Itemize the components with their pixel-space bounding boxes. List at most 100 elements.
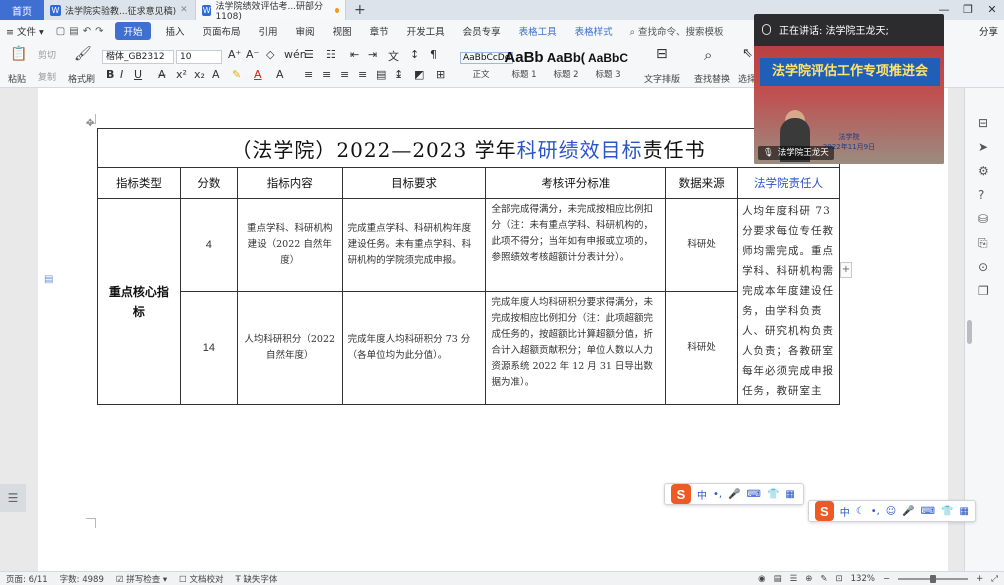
proofread[interactable]: ☐ 文档校对	[179, 573, 223, 585]
justify-icon[interactable]: ≡	[358, 68, 367, 81]
style-normal[interactable]: AaBbCcDd 正文	[460, 48, 514, 82]
superscript-icon[interactable]: x²	[176, 68, 187, 81]
book-icon[interactable]: ❐	[978, 284, 989, 298]
ime-skin-icon[interactable]: 👕	[767, 489, 779, 500]
tab-insert[interactable]: 插入	[157, 24, 194, 38]
text-layout-button[interactable]: 文字排版	[644, 72, 680, 85]
font-size-select[interactable]: 10	[176, 50, 222, 64]
redo-icon[interactable]: ↷	[95, 26, 103, 37]
zoom-level[interactable]: 132%	[851, 574, 875, 584]
line-spacing-icon[interactable]: ↨	[394, 68, 403, 81]
ime-grid-icon[interactable]: ▦	[960, 506, 969, 517]
ime-punctuation[interactable]: •,	[713, 489, 722, 500]
help-icon[interactable]: ?	[978, 188, 984, 202]
backup-icon[interactable]: ⛁	[978, 212, 988, 226]
zoom-slider[interactable]	[898, 575, 969, 583]
ime-keyboard-icon[interactable]: ⌨	[747, 489, 761, 500]
shrink-font-icon[interactable]: A⁻	[246, 48, 259, 61]
tab-start[interactable]: 开始	[115, 22, 151, 40]
chinese-layout-icon[interactable]: 文	[388, 48, 399, 64]
subscript-icon[interactable]: x₂	[194, 68, 205, 81]
document-tab-2[interactable]: W 法学院绩效评估考...研部分1108)	[196, 0, 346, 22]
new-tab-plus-icon[interactable]: +	[346, 2, 374, 18]
tab-developer[interactable]: 开发工具	[398, 24, 454, 38]
pointer-icon[interactable]: ➤	[978, 140, 988, 154]
ime-skin-icon[interactable]: 👕	[941, 506, 953, 517]
close-icon[interactable]: ✕	[180, 5, 188, 15]
table-move-handle-icon[interactable]: ✥	[86, 118, 94, 129]
share-icon[interactable]: ⎘	[978, 236, 988, 251]
tab-page-layout[interactable]: 页面布局	[194, 24, 250, 38]
distribute-icon[interactable]: ▤	[376, 68, 386, 81]
highlight-icon[interactable]: ✎	[232, 68, 241, 81]
align-right-icon[interactable]: ≡	[340, 68, 349, 81]
select-cursor-icon[interactable]: ⇖	[742, 46, 753, 61]
tab-table-style[interactable]: 表格样式	[566, 24, 622, 38]
font-name-select[interactable]: 楷体_GB2312	[102, 50, 174, 64]
tab-view[interactable]: 视图	[324, 24, 361, 38]
ime-chinese-mode[interactable]: 中	[840, 504, 850, 519]
sort-icon[interactable]: ↕	[410, 48, 419, 61]
share-button[interactable]: 分享	[979, 24, 998, 38]
tab-table-tools[interactable]: 表格工具	[510, 24, 566, 38]
align-center-icon[interactable]: ≡	[322, 68, 331, 81]
vertical-scrollbar[interactable]	[967, 320, 972, 344]
ime-emoji-icon[interactable]: ☺	[886, 506, 896, 517]
brush-icon[interactable]: 🖌	[74, 46, 92, 62]
outline-icon[interactable]: ☰	[790, 574, 798, 584]
find-replace-button[interactable]: 查找替换	[694, 72, 730, 85]
video-call-window[interactable]: 正在讲话: 法学院王龙天; 法学院评估工作专项推进会 法学院 2022年11月9…	[754, 14, 944, 164]
spell-check[interactable]: ☑ 拼写检查 ▾	[116, 573, 167, 585]
location-icon[interactable]: ⊙	[978, 260, 988, 274]
eye-icon[interactable]: ◉	[758, 574, 765, 584]
ime-mic-icon[interactable]: 🎤	[728, 489, 740, 500]
text-effect-icon[interactable]: A	[212, 68, 220, 81]
adjust-icon[interactable]: ⚙	[978, 164, 989, 178]
tab-reference[interactable]: 引用	[250, 24, 287, 38]
format-painter-button[interactable]: 格式刷	[68, 72, 95, 85]
word-count[interactable]: 字数: 4989	[60, 573, 104, 585]
close-window-icon[interactable]: ✕	[980, 0, 1004, 20]
nav-pane-toggle-icon[interactable]: ☰	[0, 484, 26, 512]
paste-icon[interactable]: 📋	[10, 46, 27, 62]
fit-icon[interactable]: ⊡	[836, 574, 843, 584]
copy-button[interactable]: 复制	[38, 70, 56, 83]
ime-grid-icon[interactable]: ▦	[785, 489, 794, 500]
zoom-in-icon[interactable]: +	[976, 574, 983, 584]
restore-icon[interactable]: ❐	[956, 0, 980, 20]
ime-moon-icon[interactable]: ☾	[856, 506, 865, 517]
print-icon[interactable]: ▤	[69, 26, 78, 37]
grow-font-icon[interactable]: A⁺	[228, 48, 241, 61]
numbered-list-icon[interactable]: ☷	[326, 48, 336, 61]
home-tab[interactable]: 首页	[0, 0, 44, 20]
strikethrough-icon[interactable]: A̶	[158, 68, 166, 81]
file-menu[interactable]: ≡ 文件 ▾	[0, 24, 50, 38]
add-column-icon[interactable]: +	[840, 262, 852, 278]
property-icon[interactable]: ⊟	[978, 116, 988, 130]
cut-button[interactable]: 剪切	[38, 48, 56, 61]
paragraph-icon[interactable]: ▤	[44, 274, 53, 285]
ime-toolbar-secondary[interactable]: S 中 ☾ •, ☺ 🎤 ⌨ 👕 ▦	[808, 500, 976, 522]
page-count[interactable]: 页面: 6/11	[6, 573, 48, 585]
style-heading-3[interactable]: AaBbC( 标题 3	[588, 48, 628, 82]
bold-icon[interactable]: B	[106, 68, 114, 81]
tab-member[interactable]: 会员专享	[454, 24, 510, 38]
char-border-icon[interactable]: A	[276, 68, 284, 81]
undo-icon[interactable]: ↶	[83, 26, 91, 37]
underline-icon[interactable]: U	[134, 68, 142, 81]
tab-review[interactable]: 审阅	[287, 24, 324, 38]
style-heading-2[interactable]: AaBb( 标题 2	[546, 48, 586, 82]
text-layout-icon[interactable]: ⊟	[656, 46, 668, 62]
font-color-icon[interactable]: A	[254, 68, 262, 81]
ime-mic-icon[interactable]: 🎤	[902, 506, 914, 517]
page-view-icon[interactable]: ▤	[774, 574, 782, 584]
fullscreen-icon[interactable]: ⤢	[991, 574, 998, 584]
ime-punctuation[interactable]: •,	[871, 506, 880, 517]
clear-format-icon[interactable]: ◇	[266, 48, 274, 61]
tab-section[interactable]: 章节	[361, 24, 398, 38]
show-marks-icon[interactable]: ¶	[430, 48, 437, 61]
ime-toolbar[interactable]: S 中 •, 🎤 ⌨ 👕 ▦	[664, 483, 804, 505]
shading-icon[interactable]: ◩	[414, 68, 424, 81]
web-view-icon[interactable]: ⊕	[805, 574, 812, 584]
indent-icon[interactable]: ⇥	[368, 48, 377, 61]
